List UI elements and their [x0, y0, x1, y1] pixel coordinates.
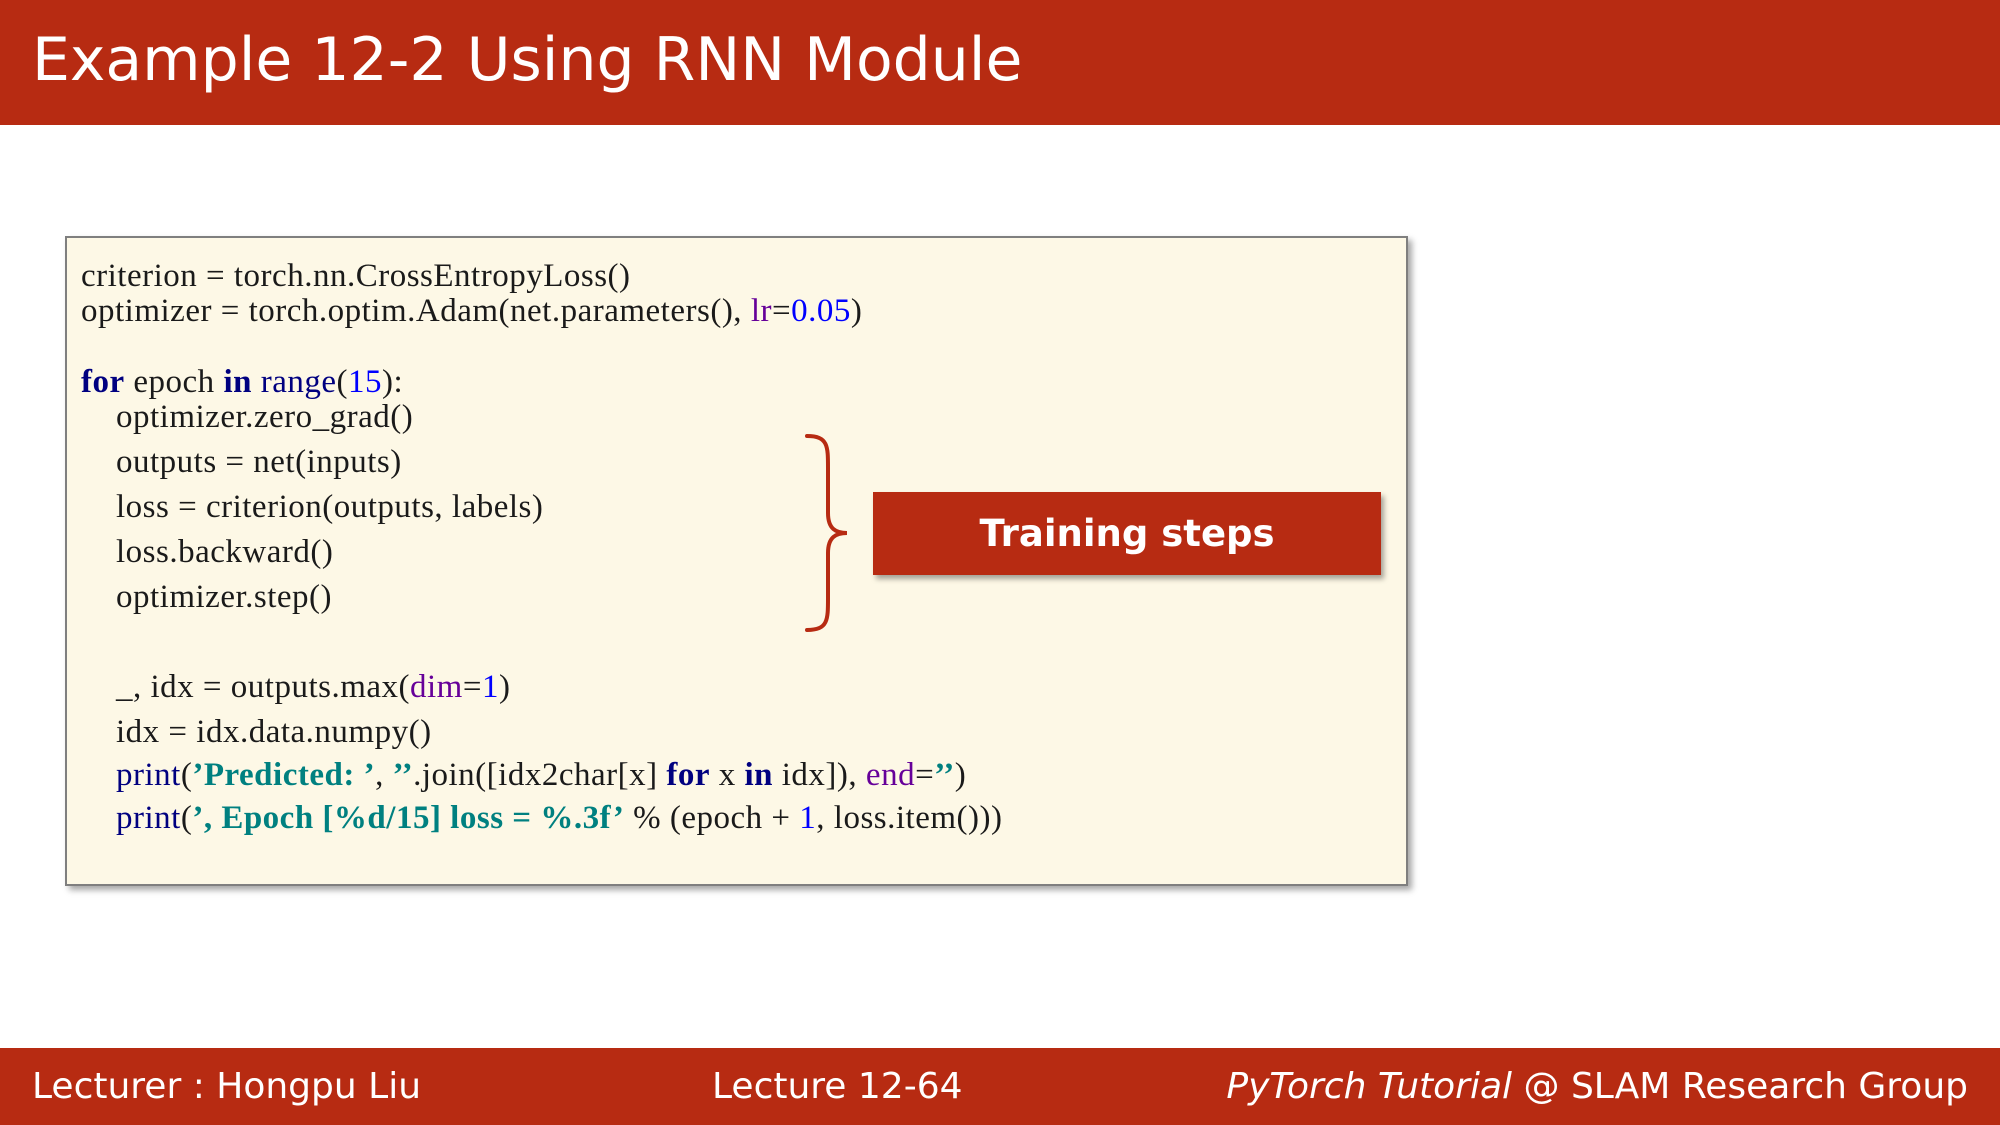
lecture-number: Lecture 12-64 [712, 1066, 963, 1107]
lecturer-name: Lecturer : Hongpu Liu [32, 1066, 422, 1107]
research-group: @ SLAM Research Group [1512, 1066, 1969, 1107]
code-line-4: optimizer.zero_grad() [81, 399, 414, 435]
code-line-11: print(’Predicted: ’, ’’.join([idx2char[x… [116, 757, 967, 793]
code-line-12: print(’, Epoch [%d/15] loss = %.3f’ % (e… [116, 800, 1003, 836]
title-bar: Example 12-2 Using RNN Module [0, 0, 2000, 125]
code-line-2: optimizer = torch.optim.Adam(net.paramet… [81, 293, 863, 329]
code-line-9: _, idx = outputs.max(dim=1) [81, 669, 511, 705]
training-steps-callout: Training steps [873, 492, 1381, 575]
code-line-6: loss = criterion(outputs, labels) [81, 489, 544, 525]
code-line-8: optimizer.step() [81, 579, 333, 615]
code-line-10: idx = idx.data.numpy() [81, 714, 432, 750]
code-line-7: loss.backward() [81, 534, 334, 570]
course-title: PyTorch Tutorial [1226, 1066, 1513, 1107]
right-curly-brace-icon [805, 434, 848, 632]
code-line-5: outputs = net(inputs) [81, 444, 402, 480]
course-credit: PyTorch Tutorial @ SLAM Research Group [1226, 1048, 1968, 1125]
slide-title: Example 12-2 Using RNN Module [32, 25, 1023, 95]
footer-bar: Lecturer : Hongpu Liu Lecture 12-64 PyTo… [0, 1048, 2000, 1125]
